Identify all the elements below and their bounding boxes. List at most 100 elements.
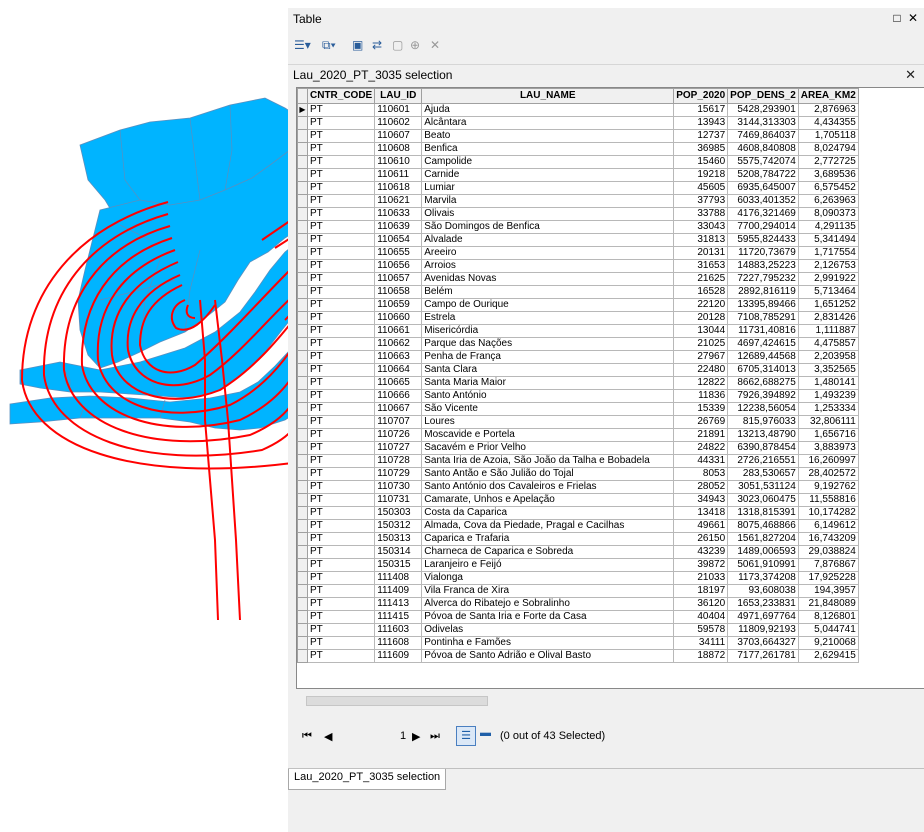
table-options-icon[interactable]: ☰▾ bbox=[294, 37, 311, 53]
table-cell[interactable]: 110666 bbox=[374, 389, 423, 403]
table-cell[interactable]: Almada, Cova da Piedade, Pragal e Cacilh… bbox=[421, 519, 675, 533]
horizontal-scrollbar[interactable] bbox=[296, 692, 924, 708]
table-cell[interactable]: 110731 bbox=[374, 493, 423, 507]
table-cell[interactable]: 26769 bbox=[673, 415, 729, 429]
row-selector[interactable] bbox=[297, 636, 308, 650]
table-cell[interactable]: PT bbox=[306, 168, 376, 182]
table-cell[interactable]: 3,689536 bbox=[797, 168, 859, 182]
table-cell[interactable]: PT bbox=[306, 649, 376, 663]
table-cell[interactable]: 6,149612 bbox=[797, 519, 859, 533]
table-cell[interactable]: 36120 bbox=[673, 597, 729, 611]
table-cell[interactable]: 5428,293901 bbox=[727, 103, 799, 117]
table-cell[interactable]: Santo António bbox=[421, 389, 675, 403]
table-cell[interactable]: 4608,840808 bbox=[727, 142, 799, 156]
table-cell[interactable]: PT bbox=[306, 363, 376, 377]
table-cell[interactable]: 27967 bbox=[673, 350, 729, 364]
table-row[interactable]: PT 110602 Alcântara 13943 3144,313303 4,43435… bbox=[297, 116, 859, 130]
row-selector[interactable] bbox=[297, 597, 308, 611]
table-cell[interactable]: 6935,645007 bbox=[727, 181, 799, 195]
table-cell[interactable]: PT bbox=[306, 545, 376, 559]
row-selector[interactable] bbox=[297, 220, 308, 234]
table-cell[interactable]: 31813 bbox=[673, 233, 729, 247]
table-row[interactable]: PT 110659 Campo de Ourique 22120 13395,89466… bbox=[297, 298, 859, 312]
table-cell[interactable]: 8662,688275 bbox=[727, 376, 799, 390]
table-row[interactable]: PT 110667 São Vicente 15339 12238,56054 1,253… bbox=[297, 402, 859, 416]
row-selector[interactable] bbox=[297, 259, 308, 273]
table-row[interactable]: PT 110656 Arroios 31653 14883,25223 2,126753 bbox=[297, 259, 859, 273]
table-cell[interactable]: 9,192762 bbox=[797, 480, 859, 494]
table-cell[interactable]: 12737 bbox=[673, 129, 729, 143]
selector-header[interactable] bbox=[297, 88, 308, 104]
table-cell[interactable]: 5955,824433 bbox=[727, 233, 799, 247]
table-cell[interactable]: Campo de Ourique bbox=[421, 298, 675, 312]
table-cell[interactable]: 110601 bbox=[374, 103, 423, 117]
table-row[interactable]: PT 110726 Moscavide e Portela 21891 13213,48… bbox=[297, 428, 859, 442]
table-cell[interactable]: Belém bbox=[421, 285, 675, 299]
table-cell[interactable]: 37793 bbox=[673, 194, 729, 208]
row-selector[interactable] bbox=[297, 350, 308, 364]
table-cell[interactable]: Carnide bbox=[421, 168, 675, 182]
row-selector[interactable] bbox=[297, 584, 308, 598]
table-row[interactable]: PT 110728 Santa Iria de Azoia, São João da… bbox=[297, 454, 859, 468]
bottom-tab[interactable]: Lau_2020_PT_3035 selection bbox=[288, 769, 447, 790]
close-icon[interactable]: ✕ bbox=[905, 67, 916, 83]
table-cell[interactable]: 110664 bbox=[374, 363, 423, 377]
table-cell[interactable]: Santa Iria de Azoia, São João da Talha e… bbox=[421, 454, 675, 468]
table-row[interactable]: PT 110633 Olivais 33788 4176,321469 8,090373 bbox=[297, 207, 859, 221]
table-cell[interactable]: 18872 bbox=[673, 649, 729, 663]
table-cell[interactable]: 111415 bbox=[374, 610, 423, 624]
table-row[interactable]: PT 150314 Charneca de Caparica e Sobreda 43… bbox=[297, 545, 859, 559]
table-cell[interactable]: Sacavém e Prior Velho bbox=[421, 441, 675, 455]
table-cell[interactable]: 3703,664327 bbox=[727, 636, 799, 650]
table-cell[interactable]: 110621 bbox=[374, 194, 423, 208]
table-row[interactable]: PT 110663 Penha de França 27967 12689,44568 2… bbox=[297, 350, 859, 364]
column-header[interactable]: LAU_ID bbox=[374, 88, 423, 104]
table-cell[interactable]: 1,253334 bbox=[797, 402, 859, 416]
table-cell[interactable]: Olivais bbox=[421, 207, 675, 221]
table-cell[interactable]: 11720,73679 bbox=[727, 246, 799, 260]
table-tab-header[interactable]: Lau_2020_PT_3035 selection ✕ bbox=[288, 64, 924, 85]
table-cell[interactable]: 1561,827204 bbox=[727, 532, 799, 546]
table-cell[interactable]: 110654 bbox=[374, 233, 423, 247]
show-all-records-icon[interactable]: ☰ bbox=[456, 726, 476, 746]
table-row[interactable]: PT 111608 Pontinha e Famões 34111 3703,66432… bbox=[297, 636, 859, 650]
table-row[interactable]: PT 111609 Póvoa de Santo Adrião e Olival B… bbox=[297, 649, 859, 663]
table-cell[interactable]: 11,558816 bbox=[797, 493, 859, 507]
table-cell[interactable]: 11809,92193 bbox=[727, 623, 799, 637]
table-cell[interactable]: Benfica bbox=[421, 142, 675, 156]
table-cell[interactable]: Misericórdia bbox=[421, 324, 675, 338]
table-cell[interactable]: 5,713464 bbox=[797, 285, 859, 299]
row-selector[interactable] bbox=[297, 571, 308, 585]
table-cell[interactable]: 111408 bbox=[374, 571, 423, 585]
table-cell[interactable]: 7108,785291 bbox=[727, 311, 799, 325]
table-cell[interactable]: Santa Maria Maior bbox=[421, 376, 675, 390]
table-row[interactable]: PT 110658 Belém 16528 2892,816119 5,713464 bbox=[297, 285, 859, 299]
table-cell[interactable]: 16,260997 bbox=[797, 454, 859, 468]
table-cell[interactable]: 13418 bbox=[673, 506, 729, 520]
table-cell[interactable]: 110667 bbox=[374, 402, 423, 416]
table-cell[interactable]: 110730 bbox=[374, 480, 423, 494]
table-cell[interactable]: 110661 bbox=[374, 324, 423, 338]
table-cell[interactable]: 110729 bbox=[374, 467, 423, 481]
table-cell[interactable]: PT bbox=[306, 480, 376, 494]
table-cell[interactable]: 8,024794 bbox=[797, 142, 859, 156]
table-cell[interactable]: 26150 bbox=[673, 532, 729, 546]
row-selector[interactable] bbox=[297, 298, 308, 312]
table-cell[interactable]: 1489,006593 bbox=[727, 545, 799, 559]
table-cell[interactable]: 1,705118 bbox=[797, 129, 859, 143]
row-selector[interactable] bbox=[297, 532, 308, 546]
table-row[interactable]: PT 111409 Vila Franca de Xira 18197 93,60803… bbox=[297, 584, 859, 598]
attribute-table[interactable]: CNTR_CODE LAU_ID LAU_NAME POP_2020 POP_D… bbox=[296, 87, 924, 689]
table-cell[interactable]: 110657 bbox=[374, 272, 423, 286]
table-cell[interactable]: 110728 bbox=[374, 454, 423, 468]
table-cell[interactable]: São Vicente bbox=[421, 402, 675, 416]
table-cell[interactable]: 12238,56054 bbox=[727, 402, 799, 416]
table-cell[interactable]: 4,291135 bbox=[797, 220, 859, 234]
row-selector[interactable] bbox=[297, 324, 308, 338]
row-selector[interactable] bbox=[297, 415, 308, 429]
table-row[interactable]: PT 110666 Santo António 11836 7926,394892 1,4… bbox=[297, 389, 859, 403]
table-cell[interactable]: PT bbox=[306, 467, 376, 481]
table-cell[interactable]: 15617 bbox=[673, 103, 729, 117]
table-row[interactable]: PT 111415 Póvoa de Santa Iria e Forte da C… bbox=[297, 610, 859, 624]
table-cell[interactable]: 110607 bbox=[374, 129, 423, 143]
